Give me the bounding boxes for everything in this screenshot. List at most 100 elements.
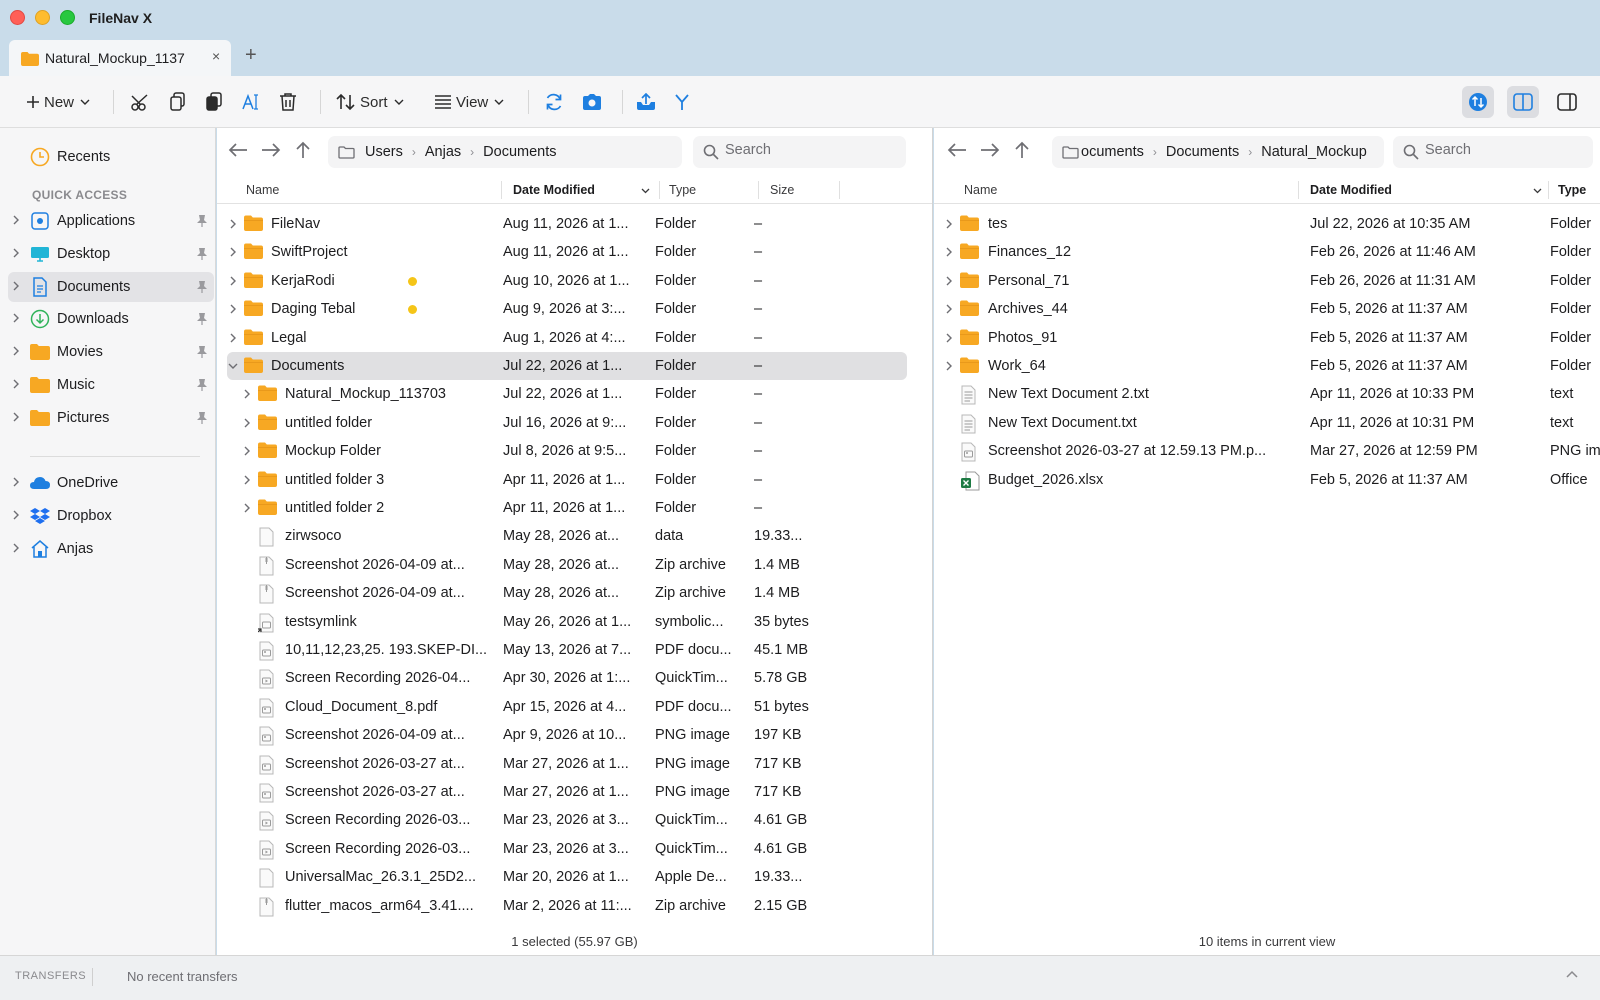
chevron-right-icon[interactable] [228,304,238,314]
folder-row[interactable]: KerjaRodi Aug 10, 2026 at 1... Folder – [227,267,907,295]
file-row[interactable]: Screen Recording 2026-03... Mar 23, 2026 … [227,806,907,834]
folder-row[interactable]: Photos_91 Feb 5, 2026 at 11:37 AM Folder [944,324,1591,352]
column-name[interactable]: Name [964,183,997,197]
folder-row[interactable]: Work_64 Feb 5, 2026 at 11:37 AM Folder [944,352,1591,380]
folder-row[interactable]: Documents Jul 22, 2026 at 1... Folder – [227,352,907,380]
sidebar-item-documents[interactable]: Documents [8,271,214,302]
file-row[interactable]: Screenshot 2026-03-27 at... Mar 27, 2026 … [227,778,907,806]
chevron-right-icon[interactable] [11,477,21,487]
file-row[interactable]: zirwsoco May 28, 2026 at... data 19.33... [227,522,907,550]
merge-button[interactable] [673,87,691,117]
chevron-right-icon[interactable] [242,418,252,428]
breadcrumb-anjas[interactable]: Anjas [425,144,461,160]
chevron-right-icon[interactable] [11,510,21,520]
file-row[interactable]: Budget_2026.xlsx Feb 5, 2026 at 11:37 AM O… [944,466,1590,494]
chevron-right-icon[interactable] [242,475,252,485]
breadcrumb-users[interactable]: Users [365,144,403,160]
column-divider[interactable] [659,181,660,199]
sidebar-item-downloads[interactable]: Downloads [8,304,214,334]
chevron-right-icon[interactable] [11,313,21,323]
chevron-right-icon[interactable] [242,503,252,513]
file-row[interactable]: testsymlink May 26, 2026 at 1... symbolic.… [227,608,907,636]
column-name[interactable]: Name [246,183,279,197]
window-close-button[interactable] [10,10,25,25]
sidebar-item-music[interactable]: Music [8,370,214,400]
back-arrow-icon[interactable] [947,142,967,158]
chevron-right-icon[interactable] [944,333,954,343]
column-divider[interactable] [1548,181,1549,199]
chevron-right-icon[interactable] [944,304,954,314]
folder-row[interactable]: tes Jul 22, 2026 at 10:35 AM Folder [944,210,1591,238]
breadcrumb-natural-mockup[interactable]: Natural_Mockup [1261,144,1367,160]
sidebar-item-dropbox[interactable]: Dropbox [8,501,214,531]
forward-arrow-icon[interactable] [980,142,1000,158]
sidebar-item-recents[interactable]: Recents [8,142,214,172]
folder-row[interactable]: SwiftProject Aug 11, 2026 at 1... Folder – [227,238,907,266]
folder-row[interactable]: Archives_44 Feb 5, 2026 at 11:37 AM Folder [944,295,1591,323]
column-divider[interactable] [839,181,840,199]
sidebar-item-desktop[interactable]: Desktop [8,239,214,269]
column-date-modified[interactable]: Date Modified [1310,183,1392,197]
file-row[interactable]: UniversalMac_26.3.1_25D2... Mar 20, 2026 … [227,863,907,891]
folder-row[interactable]: Natural_Mockup_113703 Jul 22, 2026 at 1..… [227,380,907,408]
file-row[interactable]: Screenshot 2026-04-09 at... Apr 9, 2026 a… [227,721,907,749]
column-type[interactable]: Type [669,183,696,197]
chevron-right-icon[interactable] [11,412,21,422]
view-button[interactable]: View [434,87,504,117]
chevron-right-icon[interactable] [242,446,252,456]
chevron-right-icon[interactable] [242,389,252,399]
column-divider[interactable] [1298,181,1299,199]
chevron-right-icon[interactable] [11,248,21,258]
sidebar-item-onedrive[interactable]: OneDrive [8,468,214,498]
folder-row[interactable]: untitled folder 2 Apr 11, 2026 at 1... Fol… [227,494,907,522]
window-zoom-button[interactable] [60,10,75,25]
file-row[interactable]: Screenshot 2026-04-09 at... May 28, 2026 … [227,579,907,607]
file-row[interactable]: Screenshot 2026-03-27 at 12.59.13 PM.p..… [944,437,1600,465]
sync-panes-button[interactable] [1462,86,1494,118]
sort-button[interactable]: Sort [336,87,404,117]
sidebar-item-anjas[interactable]: Anjas [8,534,214,564]
chevron-right-icon[interactable] [11,543,21,553]
chevron-right-icon[interactable] [944,361,954,371]
sidebar-item-movies[interactable]: Movies [8,337,214,367]
up-arrow-icon[interactable] [295,141,311,159]
left-search-box[interactable] [693,136,906,168]
folder-row[interactable]: Mockup Folder Jul 8, 2026 at 9:5... Folder… [227,437,907,465]
copy-button[interactable] [169,87,187,117]
file-row[interactable]: Screen Recording 2026-04... Apr 30, 2026 … [227,664,907,692]
up-arrow-icon[interactable] [1014,141,1030,159]
folder-row[interactable]: FileNav Aug 11, 2026 at 1... Folder – [227,210,907,238]
file-row[interactable]: Screenshot 2026-03-27 at... Mar 27, 2026 … [227,750,907,778]
right-search-input[interactable] [1425,142,1585,158]
chevron-right-icon[interactable] [944,276,954,286]
chevron-right-icon[interactable] [11,281,21,291]
cut-button[interactable] [131,87,151,117]
chevron-down-icon[interactable] [228,361,238,371]
inspector-toggle[interactable] [1551,86,1583,118]
file-row[interactable]: 10,11,12,23,25. 193.SKEP-DI... May 13, 20… [227,636,907,664]
folder-row[interactable]: untitled folder 3 Apr 11, 2026 at 1... Fol… [227,466,907,494]
file-row[interactable]: New Text Document 2.txt Apr 11, 2026 at 1… [944,380,1590,408]
upload-button[interactable] [635,87,657,117]
chevron-right-icon[interactable] [228,219,238,229]
right-search-box[interactable] [1393,136,1593,168]
chevron-right-icon[interactable] [228,333,238,343]
dual-pane-toggle[interactable] [1507,86,1539,118]
folder-row[interactable]: Daging Tebal Aug 9, 2026 at 3:... Folder – [227,295,907,323]
column-divider[interactable] [501,181,502,199]
left-search-input[interactable] [725,142,885,158]
forward-arrow-icon[interactable] [261,142,281,158]
window-minimize-button[interactable] [35,10,50,25]
column-size[interactable]: Size [770,183,794,197]
paste-button[interactable] [205,87,223,117]
tab-close-icon[interactable]: × [212,48,220,64]
breadcrumb-documents-parent[interactable]: ocuments [1081,144,1144,160]
chevron-right-icon[interactable] [11,379,21,389]
breadcrumb-documents[interactable]: Documents [1166,144,1239,160]
chevron-right-icon[interactable] [228,247,238,257]
chevron-up-icon[interactable] [1566,970,1578,978]
column-divider[interactable] [758,181,759,199]
tab-natural-mockup[interactable]: Natural_Mockup_1137... × [9,40,231,76]
chevron-right-icon[interactable] [11,346,21,356]
column-type[interactable]: Type [1558,183,1586,197]
